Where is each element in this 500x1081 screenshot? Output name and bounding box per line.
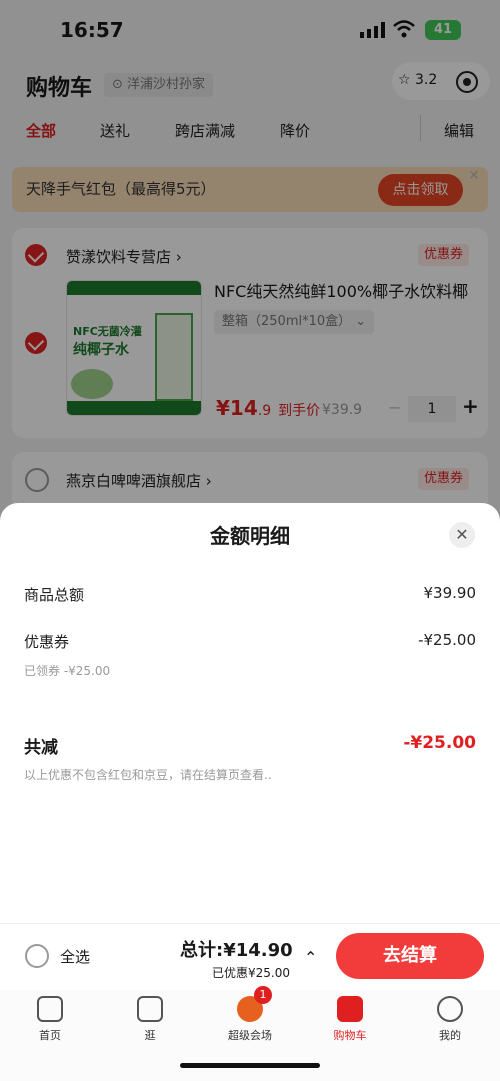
subtotal-label: 商品总额 bbox=[24, 586, 85, 604]
nav-label: 购物车 bbox=[333, 1029, 367, 1042]
nav-cart[interactable]: 购物车 bbox=[315, 996, 385, 1043]
nav-browse[interactable]: 逛 bbox=[115, 996, 185, 1043]
nav-label: 我的 bbox=[439, 1029, 461, 1042]
play-icon bbox=[137, 996, 163, 1022]
close-icon[interactable]: ✕ bbox=[449, 522, 475, 548]
home-indicator bbox=[180, 1063, 320, 1068]
coupon-label: 优惠券 bbox=[24, 633, 70, 651]
nav-label: 首页 bbox=[39, 1029, 61, 1042]
smile-icon bbox=[437, 996, 463, 1022]
checkout-button[interactable]: 去结算 bbox=[336, 933, 484, 979]
coupon-value: -¥25.00 bbox=[418, 631, 476, 649]
select-all-checkbox[interactable] bbox=[25, 944, 49, 968]
nav-badge: 1 bbox=[254, 986, 272, 1004]
sheet-title: 金额明细 bbox=[210, 524, 290, 548]
discount-note: 以上优惠不包含红包和京豆，请在结算页查看.. bbox=[24, 768, 272, 782]
chevron-up-icon[interactable]: ⌃ bbox=[304, 948, 317, 967]
nav-venue[interactable]: 超级会场 bbox=[215, 996, 285, 1043]
total-price: 总计:¥14.90 bbox=[180, 940, 293, 961]
select-all-label[interactable]: 全选 bbox=[60, 946, 90, 967]
discount-summary: 已优惠¥25.00 bbox=[212, 966, 290, 980]
total-discount-label: 共减 bbox=[24, 738, 58, 758]
total-discount-value: -¥25.00 bbox=[403, 733, 476, 753]
coupon-sub: 已领券 -¥25.00 bbox=[24, 664, 111, 678]
nav-label: 超级会场 bbox=[228, 1029, 272, 1042]
cart-icon bbox=[337, 996, 363, 1022]
nav-label: 逛 bbox=[144, 1029, 156, 1042]
nav-profile[interactable]: 我的 bbox=[415, 996, 485, 1043]
subtotal-value: ¥39.90 bbox=[423, 584, 477, 602]
home-icon bbox=[37, 996, 63, 1022]
nav-home[interactable]: 首页 bbox=[15, 996, 85, 1043]
